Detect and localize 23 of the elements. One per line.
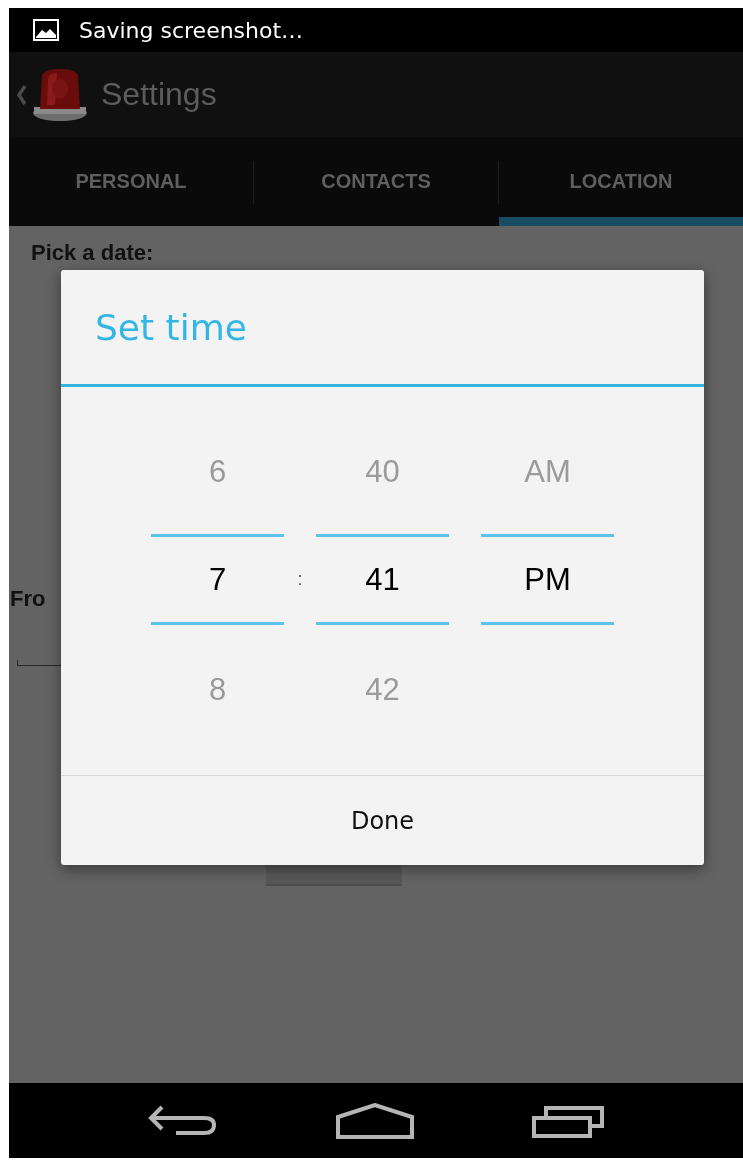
tab[interactable]: PERSONAL — [9, 137, 253, 226]
recent-apps-icon[interactable] — [532, 1103, 604, 1138]
siren-icon — [31, 66, 89, 123]
dialog-title: Set time — [61, 270, 704, 387]
home-icon[interactable] — [336, 1102, 414, 1139]
picker-value[interactable]: PM — [481, 534, 614, 625]
picker-option[interactable]: 40 — [365, 454, 400, 490]
date-label: Pick a date: — [31, 240, 155, 266]
app-title: Settings — [101, 76, 217, 113]
picker-value[interactable]: 7 — [151, 534, 284, 625]
tab[interactable]: CONTACTS — [254, 137, 498, 226]
picker-value[interactable]: 41 — [316, 534, 449, 625]
picker-option[interactable]: 42 — [365, 672, 400, 708]
image-icon — [33, 19, 59, 41]
from-label: Fro — [10, 586, 47, 612]
picker-option[interactable]: AM — [524, 454, 571, 490]
back-icon[interactable] — [148, 1103, 218, 1138]
picker-option[interactable]: 8 — [208, 672, 227, 708]
time-separator: : — [297, 569, 303, 590]
done-button[interactable]: Done — [61, 776, 704, 865]
notification-text: Saving screenshot… — [79, 17, 304, 43]
tab[interactable]: LOCATION — [499, 137, 743, 226]
picker-option[interactable]: 6 — [208, 454, 227, 490]
